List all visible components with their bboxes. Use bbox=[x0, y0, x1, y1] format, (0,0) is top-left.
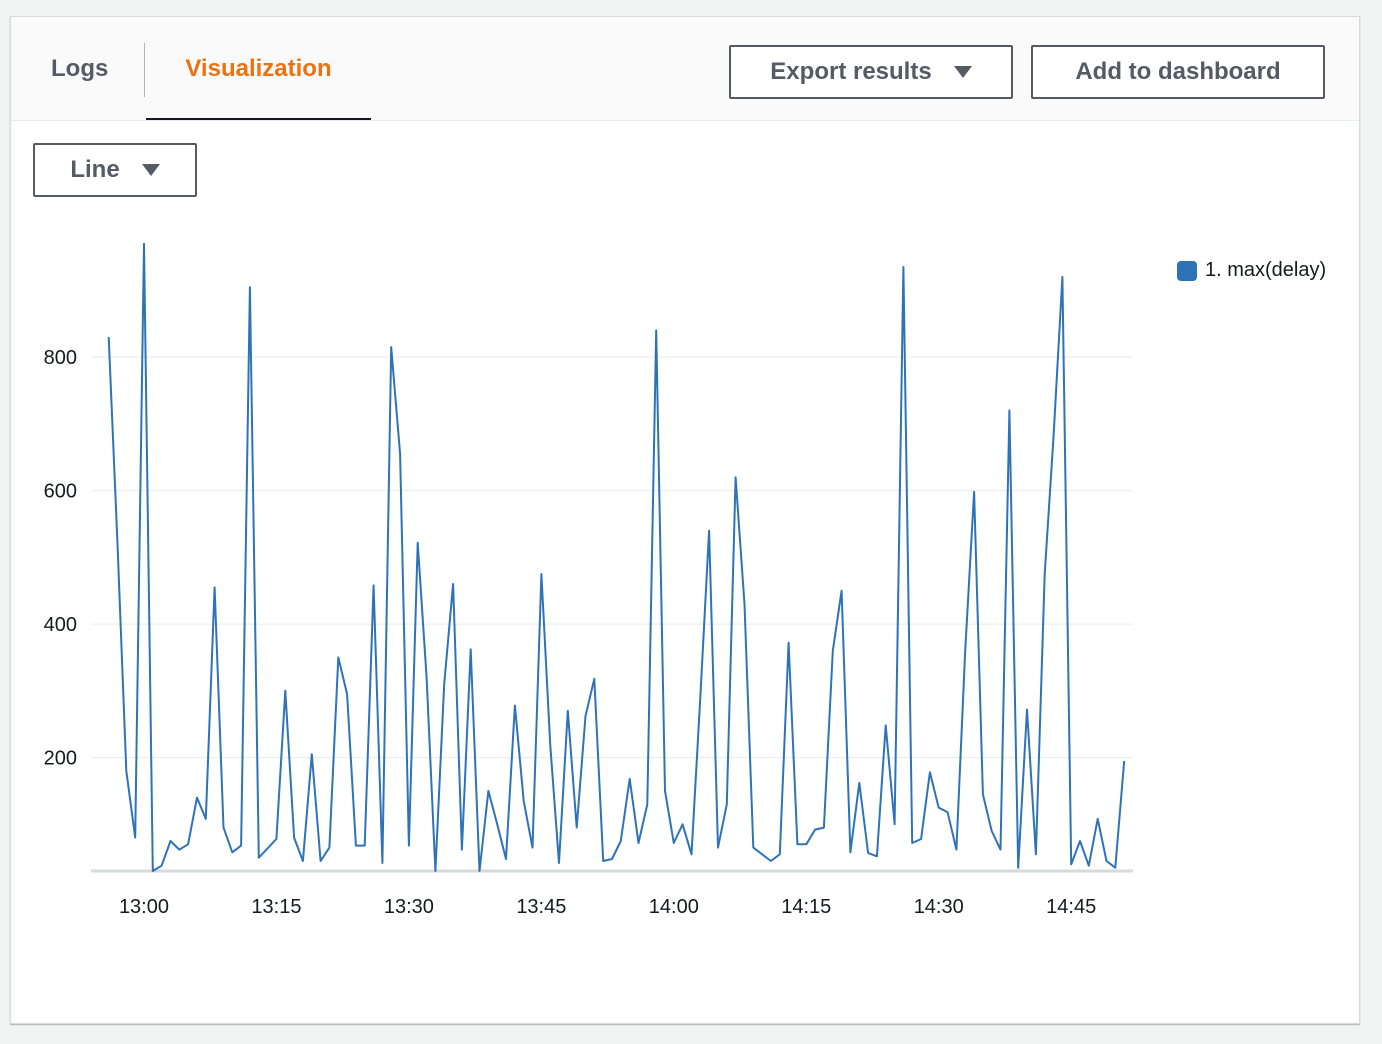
y-tick-label: 800 bbox=[44, 347, 77, 369]
series-line-max-delay bbox=[107, 242, 1126, 872]
x-tick-label: 13:00 bbox=[119, 896, 169, 918]
legend-label: 1. max(delay) bbox=[1205, 259, 1327, 281]
x-tick-label: 14:45 bbox=[1046, 896, 1096, 918]
chart-legend: 1. max(delay) bbox=[1177, 259, 1326, 282]
x-tick-label: 13:45 bbox=[516, 896, 566, 918]
x-tick-label: 14:15 bbox=[781, 896, 831, 918]
visualization-panel: Logs Visualization Export results Add to… bbox=[10, 16, 1360, 1024]
y-tick-label: 200 bbox=[44, 748, 77, 770]
x-tick-label: 13:15 bbox=[251, 896, 301, 918]
x-tick-label: 14:30 bbox=[914, 896, 964, 918]
line-chart: 200 400 600 800 13:00 13:15 13:30 13:45 14:00 14:… bbox=[44, 242, 1133, 918]
x-tick-label: 13:30 bbox=[384, 896, 434, 918]
y-tick-label: 400 bbox=[44, 614, 77, 636]
legend-swatch bbox=[1177, 260, 1197, 281]
x-tick-label: 14:00 bbox=[649, 896, 699, 918]
y-tick-label: 600 bbox=[44, 481, 77, 503]
